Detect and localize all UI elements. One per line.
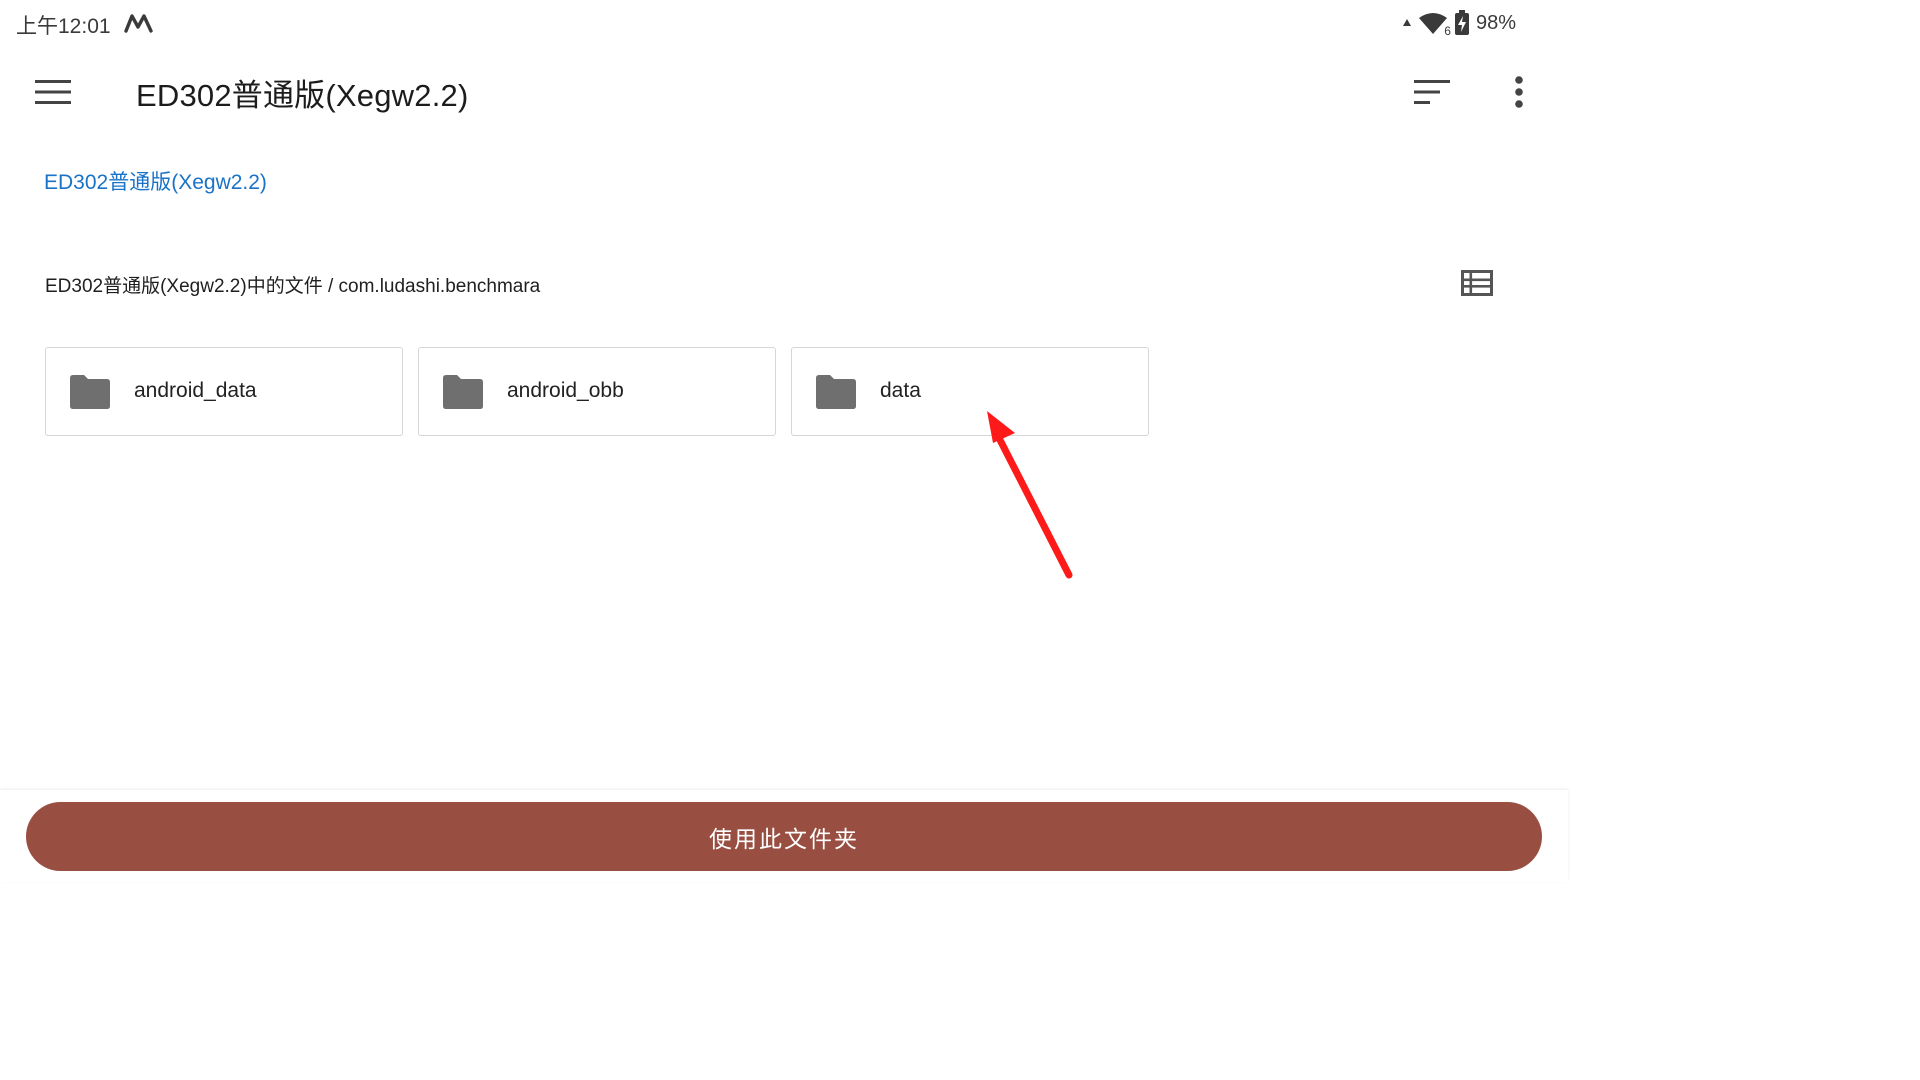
page-title: ED302普通版(Xegw2.2)	[136, 78, 469, 113]
more-options-button[interactable]	[1498, 70, 1540, 114]
menu-button[interactable]	[26, 70, 80, 114]
root-location-link[interactable]: ED302普通版(Xegw2.2)	[44, 166, 267, 196]
folder-item[interactable]: android_data	[45, 347, 403, 436]
annotation-arrow	[987, 411, 1073, 579]
sort-button[interactable]	[1404, 70, 1460, 114]
breadcrumb: ED302普通版(Xegw2.2)中的文件 / com.ludashi.benc…	[45, 276, 541, 297]
folder-name: android_obb	[507, 379, 624, 402]
battery-charging-icon	[1454, 10, 1469, 35]
use-this-folder-button[interactable]: 使用此文件夹	[26, 802, 1542, 871]
signal-arrow-icon	[1402, 19, 1411, 26]
folder-name: android_data	[134, 379, 257, 402]
app-bar: ED302普通版(Xegw2.2)	[0, 52, 1568, 132]
m-logo-icon	[124, 14, 153, 33]
status-bar: 上午12:01 6 98%	[0, 0, 1568, 46]
hamburger-menu-icon	[35, 80, 71, 104]
file-picker-screen: 上午12:01 6 98% ED302普通版(Xegw2.2) ED302普通版…	[0, 0, 1568, 882]
list-view-icon	[1461, 270, 1493, 296]
folder-name: data	[880, 379, 921, 402]
folder-icon	[816, 375, 856, 409]
status-right-group: 6 98%	[1402, 8, 1516, 38]
folder-icon	[70, 375, 110, 409]
battery-percent: 98%	[1475, 11, 1516, 34]
wifi-icon: 6	[1418, 11, 1452, 37]
bottom-bar: 使用此文件夹	[0, 790, 1568, 882]
folder-item[interactable]: data	[791, 347, 1149, 436]
folder-item[interactable]: android_obb	[418, 347, 776, 436]
more-vert-icon	[1515, 76, 1523, 108]
folder-grid: android_data android_obb data	[45, 347, 1149, 436]
wifi-badge: 6	[1443, 24, 1452, 38]
sort-icon	[1414, 80, 1450, 104]
status-time: 上午12:01	[16, 15, 111, 38]
folder-icon	[443, 375, 483, 409]
view-toggle-button[interactable]	[1456, 264, 1498, 302]
